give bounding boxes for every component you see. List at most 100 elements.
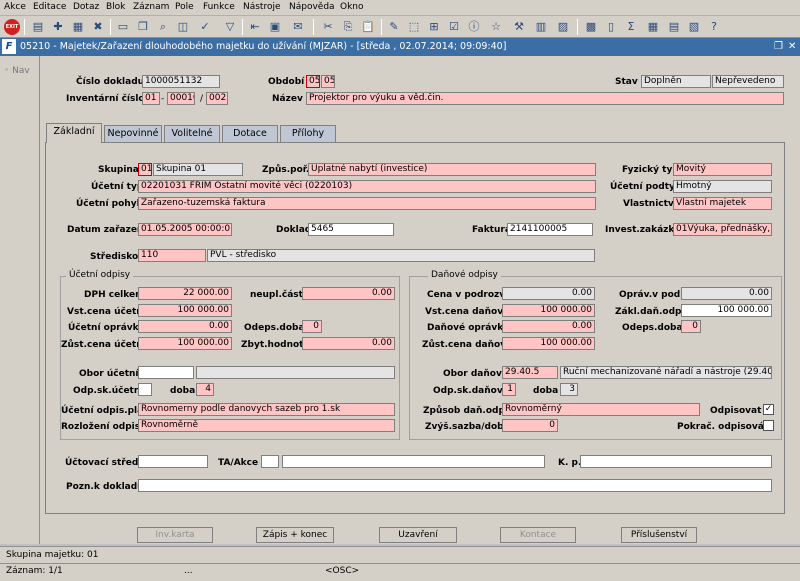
inv-cislo-part1-field[interactable]: 01 [142,92,160,105]
odpisovat-checkbox[interactable]: ✓ [763,404,774,415]
cut-icon[interactable]: ✂ [320,19,336,35]
zpus-por-field[interactable]: Úplatné nabytí (investice) [308,163,596,176]
kp-field[interactable] [580,455,772,468]
print-icon[interactable]: ▭ [115,19,131,35]
menu-funkce[interactable]: Funkce [203,2,235,12]
menu-napoveda[interactable]: Nápověda [289,2,335,12]
delete-record-icon[interactable]: ✖ [90,19,106,35]
zvys-sazba-doba-field[interactable]: 0 [502,419,558,432]
odeps-doba-ucetni-field[interactable]: 0 [302,320,322,333]
neupl-cast-field[interactable]: 0.00 [302,287,395,300]
lookup-icon[interactable]: ⊞ [426,19,442,35]
uctovaci-stredisko-field[interactable] [138,455,208,468]
nav-button[interactable]: ◦ Nav [4,66,30,76]
menu-zaznam[interactable]: Záznam [133,2,169,12]
document-icon[interactable]: ▯ [603,19,619,35]
vst-cena-ucetni-field[interactable]: 100 000.00 [138,304,232,317]
first-record-icon[interactable]: ⇤ [247,19,263,35]
attachment-icon[interactable]: ▣ [267,19,283,35]
zapis-konec-button[interactable]: Zápis + konec [256,527,334,543]
zpusob-dan-odp-field[interactable]: Rovnoměrný [502,403,700,416]
kontace-button[interactable]: Kontace [500,527,576,543]
pokrac-odpisovani-checkbox[interactable] [763,420,774,431]
new-record-icon[interactable]: ✚ [50,19,66,35]
lock-icon[interactable]: ▨ [555,19,571,35]
doba-ucetni-field[interactable]: 4 [196,383,214,396]
edit-icon[interactable]: ✎ [386,19,402,35]
zust-cena-ucetni-field[interactable]: 100 000.00 [138,337,232,350]
cislo-dokladu-field[interactable]: 1000051132 [142,75,220,88]
calendar-icon[interactable]: ▥ [533,19,549,35]
odp-sk-danova-field[interactable]: 1 [502,383,516,396]
doklad-field[interactable]: 5465 [308,223,394,236]
odeps-doba-danova-field[interactable]: 0 [681,320,701,333]
ucetni-odpis-plan-field[interactable]: Rovnomerny podle danovych sazeb pro 1.sk [138,403,395,416]
obdobi-month-field[interactable]: 05 [306,75,320,88]
inv-karta-button[interactable]: Inv.karta [137,527,213,543]
tab-nepovinne[interactable]: Nepovinné [104,125,162,142]
ucetni-typ-field[interactable]: 02201031 FRIM Ostatní movité věci (02201… [138,180,596,193]
execute-query-icon[interactable]: ✓ [197,19,213,35]
obor-danovy-field[interactable]: 29.40.5 [502,366,558,379]
menu-pole[interactable]: Pole [175,2,194,12]
tab-prilohy[interactable]: Přílohy [280,125,336,142]
inv-cislo-part3-field[interactable]: 002 [206,92,228,105]
info-icon[interactable]: ⓘ [466,19,482,35]
close-window-icon[interactable]: ✕ [788,41,796,52]
ucetni-opravky-field[interactable]: 0.00 [138,320,232,333]
restore-window-icon[interactable]: ❐ [774,41,783,52]
tab-volitelne[interactable]: Volitelné [164,125,220,142]
ta-akce-code-field[interactable] [261,455,279,468]
grid-icon[interactable]: ▦ [645,19,661,35]
zust-cena-danova-field[interactable]: 100 000.00 [502,337,595,350]
dph-celkem-field[interactable]: 22 000.00 [138,287,232,300]
vst-cena-danova-field[interactable]: 100 000.00 [502,304,595,317]
copy-record-icon[interactable]: ❐ [135,19,151,35]
rozlozeni-odpisu-field[interactable]: Rovnoměrně [138,419,395,432]
invest-zakazka-field[interactable]: 01Výuka, přednášky, pre [673,223,772,236]
menu-nastroje[interactable]: Nástroje [243,2,281,12]
help-icon[interactable]: ? [706,19,722,35]
fyzicky-typ-field[interactable]: Movitý [673,163,772,176]
nazev-field[interactable]: Projektor pro výuku a věd.čin. [306,92,784,105]
prislusenstvi-button[interactable]: Příslušenství [621,527,697,543]
save-icon[interactable]: ▤ [30,19,46,35]
tab-dotace[interactable]: Dotace [222,125,278,142]
mail-icon[interactable]: ✉ [290,19,306,35]
menu-akce[interactable]: Akce [4,2,26,12]
copy-icon[interactable]: ⎘ [340,19,356,35]
calculator-icon[interactable]: ▩ [583,19,599,35]
paste-icon[interactable]: 📋 [360,19,376,35]
report-icon[interactable]: ▧ [686,19,702,35]
faktura-field[interactable]: 2141100005 [507,223,593,236]
insert-icon[interactable]: ▦ [70,19,86,35]
datum-zarazeni-field[interactable]: 01.05.2005 00:00:01 [138,223,232,236]
skupina-kod-field[interactable]: 01 [138,163,152,176]
prev-record-icon[interactable]: ☆ [488,19,504,35]
menu-okno[interactable]: Okno [340,2,364,12]
obor-ucetni-field[interactable] [138,366,194,379]
pozn-k-dokladu-field[interactable] [138,479,772,492]
tab-zakladni[interactable]: Základní [46,123,102,143]
stredisko-kod-field[interactable]: 110 [138,249,206,262]
menu-editace[interactable]: Editace [33,2,66,12]
search-icon[interactable]: ⌕ [155,19,171,35]
inv-cislo-part2-field[interactable]: 00010 [167,92,195,105]
chart-icon[interactable]: ▤ [666,19,682,35]
select-icon[interactable]: ⬚ [406,19,422,35]
zbyt-hodnota-field[interactable]: 0.00 [302,337,395,350]
check-icon[interactable]: ☑ [446,19,462,35]
menu-blok[interactable]: Blok [106,2,125,12]
tools-icon[interactable]: ⚒ [511,19,527,35]
menu-dotaz[interactable]: Dotaz [73,2,99,12]
vlastnictvi-field[interactable]: Vlastní majetek [673,197,772,210]
obdobi-year-field[interactable]: 05 [321,75,335,88]
danove-opravky-field[interactable]: 0.00 [502,320,595,333]
uzavreni-button[interactable]: Uzavření [379,527,457,543]
ucetni-pohyb-field[interactable]: Zařazeno-tuzemská faktura [138,197,596,210]
query-icon[interactable]: ◫ [175,19,191,35]
exit-icon[interactable]: EXIT [4,19,20,35]
filter-icon[interactable]: ▽ [222,19,238,35]
zakl-dan-odp-field[interactable]: 100 000.00 [681,304,772,317]
odp-sk-ucetni-field[interactable] [138,383,152,396]
